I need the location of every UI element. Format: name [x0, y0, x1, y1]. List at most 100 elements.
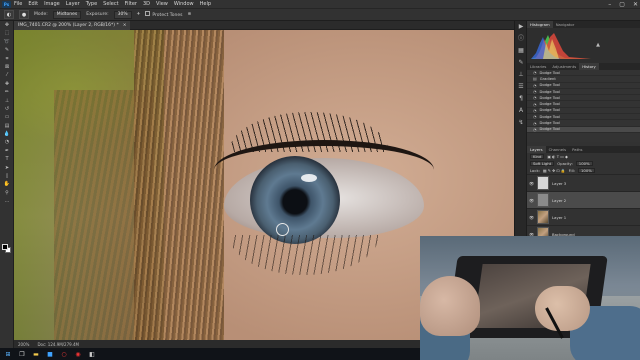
- dodge-tool-preset-icon[interactable]: ◐: [4, 10, 14, 19]
- histogram-warning-icon[interactable]: ▲: [596, 42, 600, 48]
- lock-label: Lock:: [530, 168, 540, 173]
- menu-type[interactable]: Type: [86, 1, 97, 7]
- minimize-icon[interactable]: –: [608, 1, 611, 8]
- pen-icon[interactable]: ✒: [0, 147, 14, 155]
- app-icon[interactable]: ◧: [87, 350, 97, 359]
- maximize-icon[interactable]: ▢: [619, 1, 625, 8]
- color-swatches[interactable]: [2, 244, 12, 254]
- quick-select-icon[interactable]: ✎: [0, 46, 14, 54]
- filter-icons[interactable]: ▣ ◐ T ▭ ◆: [547, 154, 568, 159]
- opacity-field[interactable]: 100%: [575, 161, 593, 166]
- path-select-icon[interactable]: ➤: [0, 164, 14, 172]
- tab-paths[interactable]: Paths: [569, 146, 585, 153]
- blur-icon[interactable]: 💧: [0, 130, 14, 138]
- tab-channels[interactable]: Channels: [546, 146, 570, 153]
- options-bar: ◐ ● Mode: Midtones Exposure: 30% ✈ Prote…: [0, 8, 640, 21]
- menu-view[interactable]: View: [156, 1, 168, 7]
- photoshop-taskbar-icon[interactable]: ■: [45, 350, 55, 359]
- visibility-eye-icon[interactable]: 👁: [529, 215, 534, 220]
- tab-layers[interactable]: Layers: [527, 146, 546, 153]
- layer-filter-row: Kind ▣ ◐ T ▭ ◆: [527, 153, 640, 160]
- fill-label: Fill:: [568, 168, 575, 173]
- tab-histogram[interactable]: Histogram: [527, 21, 553, 28]
- rectangle-icon[interactable]: ▯: [0, 172, 14, 180]
- menu-file[interactable]: File: [14, 1, 22, 7]
- window-controls: – ▢ ✕: [608, 0, 638, 8]
- tab-navigator[interactable]: Navigator: [553, 21, 578, 28]
- crop-icon[interactable]: ⌗: [0, 55, 14, 63]
- lock-row: Lock: ▦ ✎ ✥ ⊡ 🔒 Fill: 100%: [527, 167, 640, 174]
- layer-row[interactable]: 👁 Layer 1: [527, 208, 640, 225]
- protect-tones-checkbox[interactable]: Protect Tones: [145, 11, 182, 18]
- mode-label: Mode:: [34, 12, 48, 17]
- dodge-icon: ◔: [533, 120, 537, 126]
- layer-name[interactable]: Layer 1: [552, 215, 566, 220]
- frame-icon[interactable]: ⊠: [0, 63, 14, 71]
- visibility-eye-icon[interactable]: 👁: [529, 181, 534, 186]
- layer-row-selected[interactable]: 👁 Layer 2: [527, 191, 640, 208]
- menu-window[interactable]: Window: [174, 1, 194, 7]
- file-explorer-icon[interactable]: ▬: [31, 350, 41, 359]
- type-icon[interactable]: T: [0, 155, 14, 163]
- opera-icon[interactable]: ○: [59, 350, 69, 359]
- history-item-label: Dodge Tool: [539, 95, 560, 100]
- fill-field[interactable]: 100%: [577, 168, 595, 173]
- layer-kind-filter[interactable]: Kind: [530, 154, 545, 159]
- history-item-current[interactable]: ◔ Dodge Tool: [527, 126, 640, 133]
- move-icon[interactable]: ✥: [0, 21, 14, 29]
- menu-filter[interactable]: Filter: [125, 1, 137, 7]
- zoom-level[interactable]: 200%: [18, 342, 29, 347]
- windows-start-icon[interactable]: ⊞: [3, 350, 13, 359]
- hand-icon[interactable]: ✋: [0, 180, 14, 188]
- foreground-color-swatch[interactable]: [2, 244, 8, 250]
- blend-row: Soft Light Opacity: 100%: [527, 160, 640, 167]
- app-icon[interactable]: ◉: [73, 350, 83, 359]
- history-item-label: Dodge Tool: [539, 121, 560, 126]
- document-tab[interactable]: IMG_7401.CR2 @ 200% (Layer 2, RGB/16*) *…: [14, 21, 131, 30]
- layer-row[interactable]: 👁 Layer 3: [527, 174, 640, 191]
- menu-edit[interactable]: Edit: [28, 1, 38, 7]
- dodge-icon: ◔: [533, 114, 537, 120]
- more-tools-icon[interactable]: …: [0, 197, 14, 205]
- lasso-icon[interactable]: ➰: [0, 38, 14, 46]
- blend-mode-select[interactable]: Soft Light: [530, 161, 555, 166]
- zoom-icon[interactable]: ⚲: [0, 189, 14, 197]
- mode-select[interactable]: Midtones: [52, 10, 82, 19]
- dodge-icon: ◔: [533, 126, 537, 132]
- history-brush-icon[interactable]: ↺: [0, 105, 14, 113]
- layer-thumbnail: [537, 193, 549, 207]
- gradient-icon[interactable]: ▤: [0, 122, 14, 130]
- task-view-icon[interactable]: ❐: [17, 350, 27, 359]
- layer-name[interactable]: Layer 3: [552, 181, 566, 186]
- menu-help[interactable]: Help: [200, 1, 211, 7]
- tab-libraries[interactable]: Libraries: [527, 63, 549, 70]
- airbrush-icon[interactable]: ✈: [137, 12, 141, 17]
- menu-layer[interactable]: Layer: [66, 1, 80, 7]
- marquee-icon[interactable]: ⬚: [0, 29, 14, 37]
- brush-preset-icon[interactable]: ●: [19, 10, 29, 19]
- healing-icon[interactable]: ✚: [0, 80, 14, 88]
- dodge-icon[interactable]: ◔: [0, 138, 14, 146]
- tab-history[interactable]: History: [579, 63, 599, 70]
- brush-icon[interactable]: ✏: [0, 88, 14, 96]
- tools-panel: ✥ ⬚ ➰ ✎ ⌗ ⊠ ⁄ ✚ ✏ ⊥ ↺ ▭ ▤ 💧 ◔ ✒ T ➤ ▯ ✋ …: [0, 21, 14, 348]
- exposure-field[interactable]: 30%: [113, 10, 132, 19]
- layer-name[interactable]: Layer 2: [552, 198, 566, 203]
- left-hand: [420, 276, 480, 336]
- close-tab-icon[interactable]: ×: [123, 23, 127, 28]
- dodge-icon: ◔: [533, 89, 537, 95]
- eraser-icon[interactable]: ▭: [0, 113, 14, 121]
- history-item-label: Dodge Tool: [539, 114, 560, 119]
- visibility-eye-icon[interactable]: 👁: [529, 198, 534, 203]
- history-item-label: Gradient: [539, 76, 556, 81]
- lock-icons[interactable]: ▦ ✎ ✥ ⊡ 🔒: [543, 168, 566, 173]
- close-icon[interactable]: ✕: [633, 1, 638, 8]
- histogram-tabs: Histogram Navigator: [527, 21, 640, 28]
- clone-stamp-icon[interactable]: ⊥: [0, 97, 14, 105]
- menu-3d[interactable]: 3D: [143, 1, 150, 7]
- tab-adjustments[interactable]: Adjustments: [549, 63, 579, 70]
- menu-image[interactable]: Image: [44, 1, 60, 7]
- eyedropper-icon[interactable]: ⁄: [0, 71, 14, 79]
- pressure-icon[interactable]: ⊛: [187, 12, 191, 17]
- menu-select[interactable]: Select: [103, 1, 118, 7]
